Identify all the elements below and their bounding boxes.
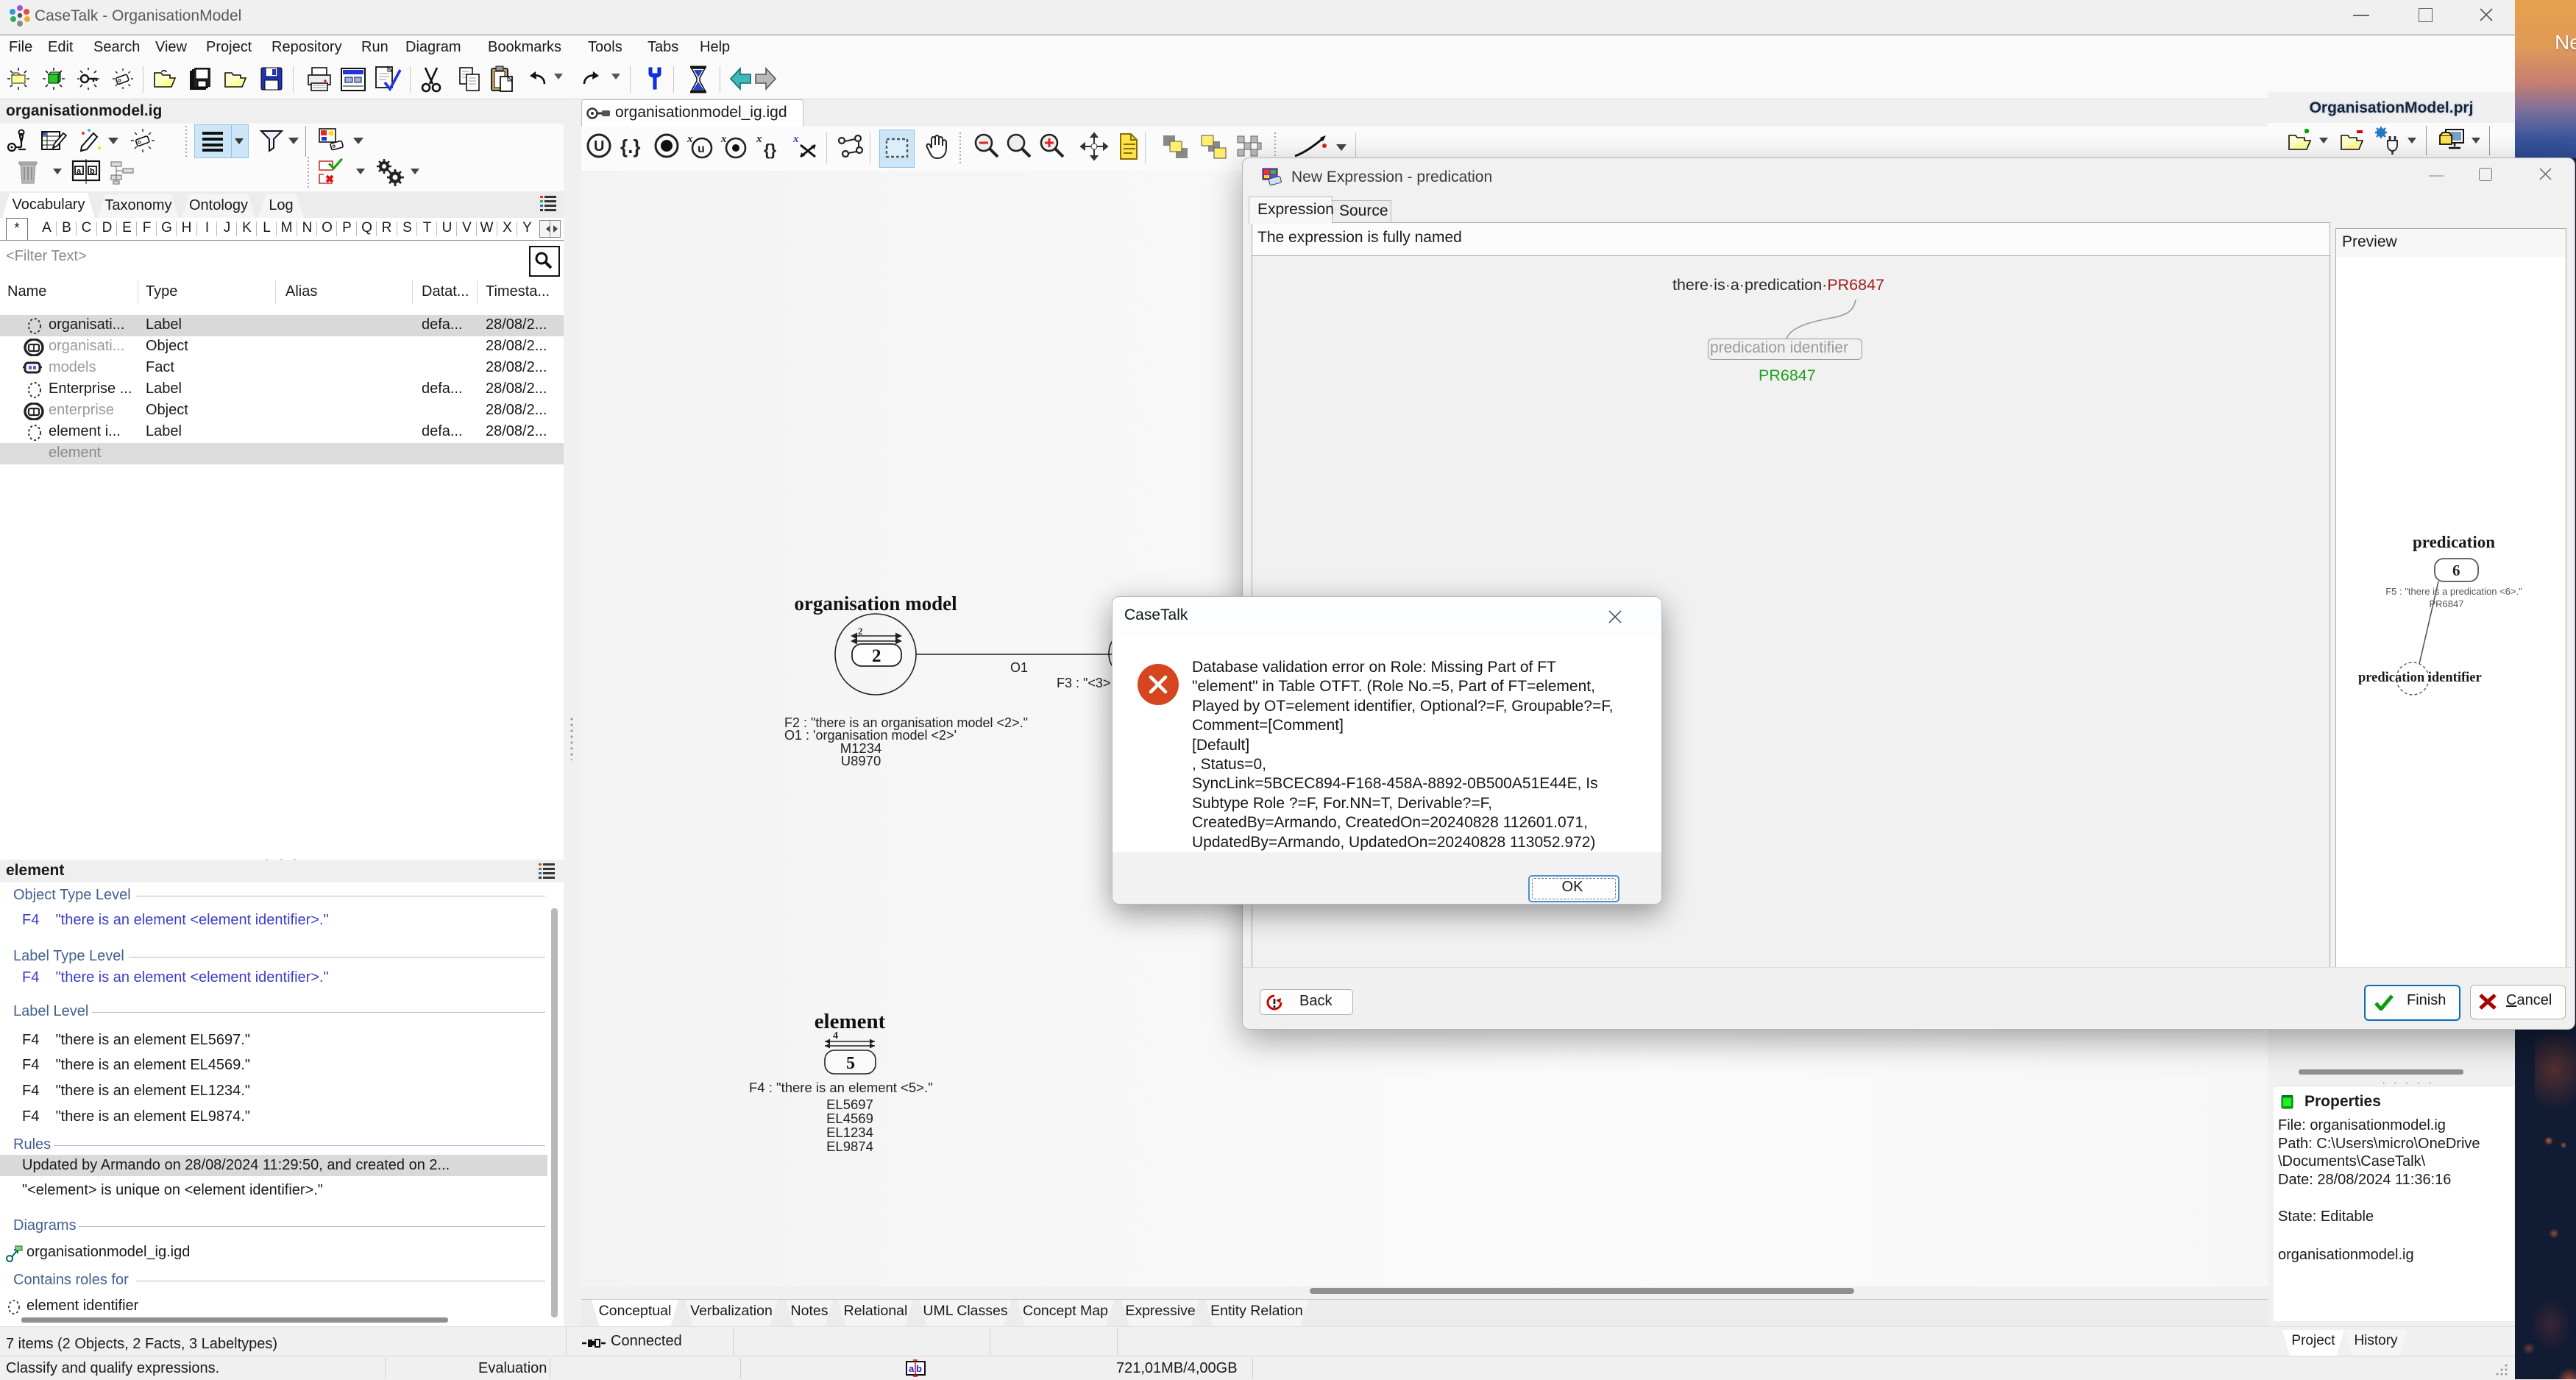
svg-text:u: u [698, 143, 705, 155]
svg-text:6: 6 [2452, 562, 2460, 579]
svg-text:x: x [686, 133, 693, 145]
svg-text:4: 4 [833, 1030, 838, 1041]
svg-text:b: b [916, 1363, 922, 1374]
svg-text:U: U [594, 138, 604, 155]
svg-text:2: 2 [872, 646, 881, 666]
svg-text:a: a [77, 167, 82, 176]
svg-text:{}: {} [764, 141, 777, 159]
svg-text:2: 2 [858, 626, 863, 637]
svg-text:b: b [90, 167, 95, 176]
svg-text:5: 5 [846, 1054, 855, 1073]
svg-text:x: x [756, 133, 762, 145]
svg-text:x: x [792, 133, 799, 145]
svg-text:x: x [720, 133, 727, 145]
svg-text:a: a [909, 1363, 915, 1374]
svg-text:{.}: {.} [620, 135, 640, 158]
